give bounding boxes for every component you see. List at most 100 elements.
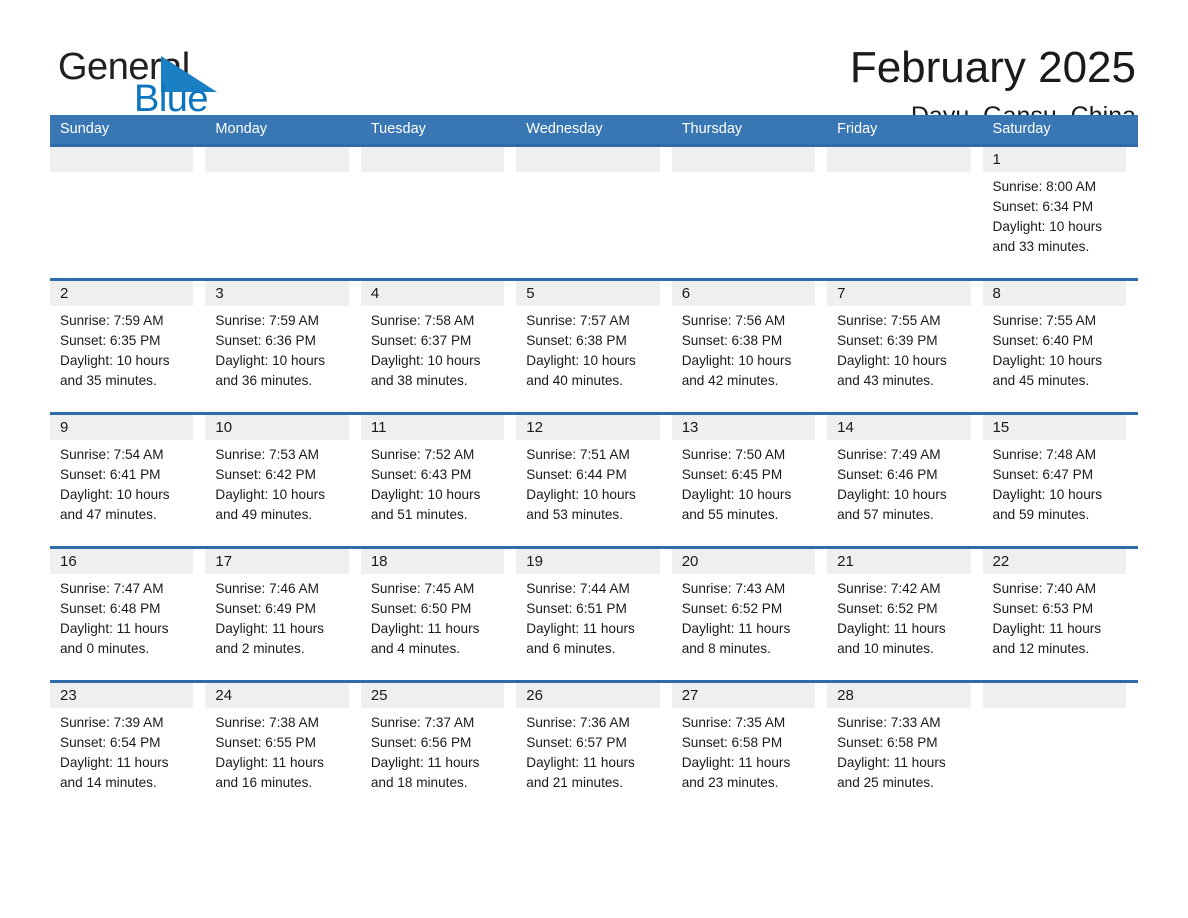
day-cell[interactable]: 12 Sunrise: 7:51 AM Sunset: 6:44 PM Dayl… bbox=[516, 415, 672, 546]
day-number: 26 bbox=[526, 687, 543, 704]
day-cell[interactable]: 16 Sunrise: 7:47 AM Sunset: 6:48 PM Dayl… bbox=[50, 549, 206, 680]
daylight-text-line2: and 23 minutes. bbox=[681, 775, 779, 790]
day-cell[interactable]: 22 Sunrise: 7:40 AM Sunset: 6:53 PM Dayl… bbox=[982, 549, 1138, 680]
day-number: 5 bbox=[526, 285, 535, 302]
day-number-band: 9 bbox=[50, 415, 194, 440]
day-cell[interactable]: 19 Sunrise: 7:44 AM Sunset: 6:51 PM Dayl… bbox=[516, 549, 672, 680]
day-cell[interactable]: 10 Sunrise: 7:53 AM Sunset: 6:42 PM Dayl… bbox=[205, 415, 361, 546]
sunrise-text: Sunrise: 7:52 AM bbox=[370, 447, 475, 462]
day-number-band: 6 bbox=[671, 281, 816, 306]
daylight-text-line1: Daylight: 11 hours bbox=[526, 755, 635, 770]
day-cell[interactable]: 4 Sunrise: 7:58 AM Sunset: 6:37 PM Dayli… bbox=[360, 281, 517, 412]
day-cell[interactable]: 5 Sunrise: 7:57 AM Sunset: 6:38 PM Dayli… bbox=[516, 281, 672, 412]
day-cell[interactable] bbox=[205, 147, 361, 278]
sunrise-text: Sunrise: 7:56 AM bbox=[681, 313, 786, 328]
day-cell[interactable] bbox=[982, 683, 1138, 802]
day-cell[interactable]: 13 Sunrise: 7:50 AM Sunset: 6:45 PM Dayl… bbox=[671, 415, 828, 546]
sunset-text: Sunset: 6:58 PM bbox=[681, 735, 783, 750]
sunset-text: Sunset: 6:52 PM bbox=[681, 601, 783, 616]
daylight-text-line2: and 21 minutes. bbox=[526, 775, 623, 790]
day-number-band: 13 bbox=[671, 415, 816, 440]
day-cell[interactable] bbox=[516, 147, 672, 278]
day-cell[interactable]: 14 Sunrise: 7:49 AM Sunset: 6:46 PM Dayl… bbox=[827, 415, 983, 546]
weekday-header-thursday: Thursday bbox=[681, 121, 743, 137]
day-info: Sunrise: 7:35 AM Sunset: 6:58 PM Dayligh… bbox=[672, 708, 821, 793]
day-cell[interactable]: 25 Sunrise: 7:37 AM Sunset: 6:56 PM Dayl… bbox=[360, 683, 517, 802]
day-number: 14 bbox=[837, 419, 854, 436]
day-number: 15 bbox=[992, 419, 1010, 436]
daylight-text-line1: Daylight: 10 hours bbox=[60, 353, 170, 368]
day-info: Sunrise: 7:47 AM Sunset: 6:48 PM Dayligh… bbox=[50, 574, 199, 659]
day-number: 12 bbox=[526, 419, 543, 436]
day-cell[interactable]: 18 Sunrise: 7:45 AM Sunset: 6:50 PM Dayl… bbox=[360, 549, 517, 680]
day-cell[interactable]: 15 Sunrise: 7:48 AM Sunset: 6:47 PM Dayl… bbox=[982, 415, 1138, 546]
sunset-text: Sunset: 6:51 PM bbox=[526, 601, 627, 616]
day-cell[interactable]: 7 Sunrise: 7:55 AM Sunset: 6:39 PM Dayli… bbox=[827, 281, 983, 412]
week-row: 16 Sunrise: 7:47 AM Sunset: 6:48 PM Dayl… bbox=[50, 546, 1138, 680]
day-cell[interactable]: 3 Sunrise: 7:59 AM Sunset: 6:36 PM Dayli… bbox=[205, 281, 361, 412]
day-info: Sunrise: 7:53 AM Sunset: 6:42 PM Dayligh… bbox=[205, 440, 354, 525]
day-info: Sunrise: 7:38 AM Sunset: 6:55 PM Dayligh… bbox=[205, 708, 354, 793]
day-number: 16 bbox=[60, 553, 77, 570]
day-number-band: 18 bbox=[360, 549, 505, 574]
sunset-text: Sunset: 6:35 PM bbox=[60, 333, 161, 348]
day-number-band bbox=[671, 147, 816, 172]
day-cell[interactable] bbox=[671, 147, 828, 278]
day-info: Sunrise: 7:51 AM Sunset: 6:44 PM Dayligh… bbox=[516, 440, 665, 525]
day-cell[interactable]: 9 Sunrise: 7:54 AM Sunset: 6:41 PM Dayli… bbox=[50, 415, 206, 546]
daylight-text-line2: and 0 minutes. bbox=[60, 641, 150, 656]
day-cell[interactable]: 6 Sunrise: 7:56 AM Sunset: 6:38 PM Dayli… bbox=[671, 281, 828, 412]
day-cell[interactable]: 24 Sunrise: 7:38 AM Sunset: 6:55 PM Dayl… bbox=[205, 683, 361, 802]
weekday-header-monday: Monday bbox=[215, 121, 268, 137]
day-cell[interactable]: 8 Sunrise: 7:55 AM Sunset: 6:40 PM Dayli… bbox=[982, 281, 1138, 412]
day-cell[interactable] bbox=[360, 147, 517, 278]
sunrise-text: Sunrise: 7:50 AM bbox=[681, 447, 786, 462]
daylight-text-line2: and 36 minutes. bbox=[215, 373, 313, 388]
day-info bbox=[827, 172, 976, 177]
daylight-text-line2: and 43 minutes. bbox=[837, 373, 934, 388]
day-number-band: 20 bbox=[671, 549, 816, 574]
day-number: 18 bbox=[370, 553, 388, 570]
day-info: Sunrise: 7:40 AM Sunset: 6:53 PM Dayligh… bbox=[983, 574, 1132, 659]
daylight-text-line2: and 2 minutes. bbox=[215, 641, 305, 656]
sunset-text: Sunset: 6:39 PM bbox=[837, 333, 938, 348]
daylight-text-line1: Daylight: 10 hours bbox=[526, 353, 636, 368]
day-number: 11 bbox=[370, 419, 387, 436]
general-blue-logo[interactable]: General Blue bbox=[58, 46, 318, 120]
day-cell[interactable]: 28 Sunrise: 7:33 AM Sunset: 6:58 PM Dayl… bbox=[827, 683, 983, 802]
day-cell[interactable] bbox=[50, 147, 206, 278]
day-info: Sunrise: 7:42 AM Sunset: 6:52 PM Dayligh… bbox=[827, 574, 976, 659]
day-number-band: 27 bbox=[671, 683, 816, 708]
sunrise-text: Sunrise: 7:54 AM bbox=[60, 447, 164, 462]
day-cell[interactable]: 27 Sunrise: 7:35 AM Sunset: 6:58 PM Dayl… bbox=[671, 683, 828, 802]
day-cell[interactable]: 17 Sunrise: 7:46 AM Sunset: 6:49 PM Dayl… bbox=[205, 549, 361, 680]
day-info bbox=[516, 172, 665, 177]
sunset-text: Sunset: 6:55 PM bbox=[215, 735, 316, 750]
sunset-text: Sunset: 6:48 PM bbox=[60, 601, 161, 616]
day-cell[interactable]: 2 Sunrise: 7:59 AM Sunset: 6:35 PM Dayli… bbox=[50, 281, 206, 412]
daylight-text-line1: Daylight: 11 hours bbox=[837, 755, 946, 770]
daylight-text-line1: Daylight: 10 hours bbox=[681, 353, 792, 368]
day-cell[interactable] bbox=[827, 147, 983, 278]
sunrise-text: Sunrise: 7:36 AM bbox=[526, 715, 630, 730]
day-number: 24 bbox=[215, 687, 233, 704]
day-cell[interactable]: 20 Sunrise: 7:43 AM Sunset: 6:52 PM Dayl… bbox=[671, 549, 828, 680]
day-cell[interactable]: 23 Sunrise: 7:39 AM Sunset: 6:54 PM Dayl… bbox=[50, 683, 206, 802]
day-cell[interactable]: 21 Sunrise: 7:42 AM Sunset: 6:52 PM Dayl… bbox=[827, 549, 983, 680]
daylight-text-line2: and 6 minutes. bbox=[526, 641, 616, 656]
daylight-text-line1: Daylight: 10 hours bbox=[681, 487, 792, 502]
daylight-text-line1: Daylight: 10 hours bbox=[215, 353, 325, 368]
day-cell[interactable]: 26 Sunrise: 7:36 AM Sunset: 6:57 PM Dayl… bbox=[516, 683, 672, 802]
daylight-text-line2: and 38 minutes. bbox=[370, 373, 468, 388]
day-cell[interactable]: 1 Sunrise: 8:00 AM Sunset: 6:34 PM Dayli… bbox=[982, 147, 1138, 278]
day-number-band: 22 bbox=[982, 549, 1126, 574]
day-number-band: 2 bbox=[50, 281, 194, 306]
daylight-text-line2: and 14 minutes. bbox=[60, 775, 157, 790]
day-info: Sunrise: 7:37 AM Sunset: 6:56 PM Dayligh… bbox=[361, 708, 510, 793]
sunset-text: Sunset: 6:38 PM bbox=[681, 333, 783, 348]
day-number: 6 bbox=[681, 285, 691, 302]
sunrise-text: Sunrise: 7:59 AM bbox=[60, 313, 164, 328]
day-cell[interactable]: 11 Sunrise: 7:52 AM Sunset: 6:43 PM Dayl… bbox=[360, 415, 517, 546]
daylight-text-line1: Daylight: 11 hours bbox=[992, 621, 1102, 636]
sunrise-text: Sunrise: 7:45 AM bbox=[370, 581, 475, 596]
